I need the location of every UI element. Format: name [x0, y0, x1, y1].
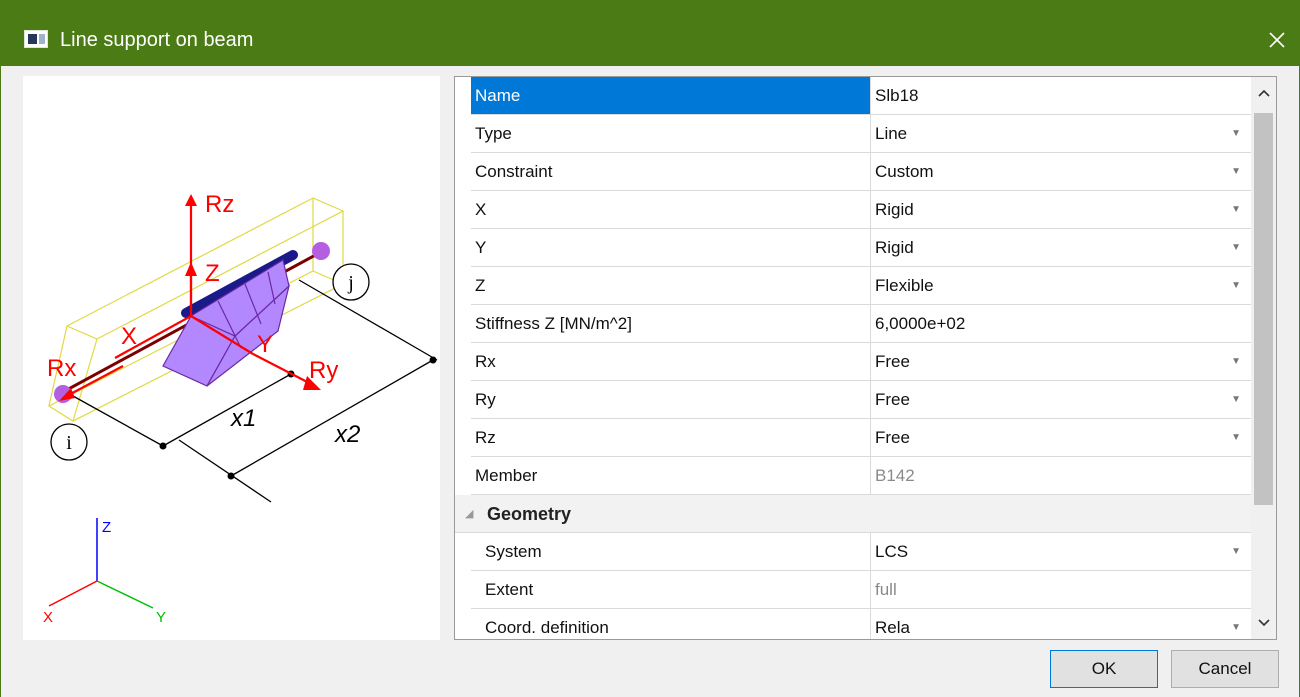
beam-support-diagram: Rz Z X Y Rx Ry x1 x2 i j Z X Y — [43, 191, 438, 626]
property-label: System — [471, 533, 871, 570]
chevron-down-icon[interactable]: ▼ — [1231, 191, 1241, 228]
property-row-name[interactable]: Name Slb18 — [471, 77, 1251, 115]
property-label: Ry — [471, 381, 871, 418]
chevron-down-icon[interactable]: ▼ — [1231, 153, 1241, 190]
property-value[interactable]: Rela — [871, 609, 1251, 639]
property-row-rx[interactable]: Rx Free ▼ — [471, 343, 1251, 381]
chevron-down-icon[interactable]: ▼ — [1231, 419, 1241, 456]
chevron-up-icon — [1257, 89, 1270, 97]
vertical-scrollbar[interactable] — [1251, 77, 1276, 639]
property-row-type[interactable]: Type Line ▼ — [471, 115, 1251, 153]
property-value[interactable]: Rigid — [871, 229, 1251, 266]
axis-z-label: Z — [102, 519, 111, 536]
chevron-down-icon[interactable]: ▼ — [1231, 609, 1241, 639]
support-prism — [162, 259, 291, 387]
property-label: Type — [471, 115, 871, 152]
category-geometry[interactable]: ◢ Geometry — [455, 495, 1251, 533]
node-j-marker — [312, 242, 330, 260]
label-x2: x2 — [334, 421, 360, 448]
property-grid: Name Slb18 Type Line ▼ Constraint Custom… — [454, 76, 1277, 640]
property-row-z[interactable]: Z Flexible ▼ — [471, 267, 1251, 305]
property-label: Stiffness Z [MN/m^2] — [471, 305, 871, 342]
label-rz: Rz — [205, 191, 234, 218]
property-row-rz[interactable]: Rz Free ▼ — [471, 419, 1251, 457]
label-x1: x1 — [230, 405, 256, 432]
property-value[interactable]: Free — [871, 381, 1251, 418]
property-label: X — [471, 191, 871, 228]
property-row-coord-definition[interactable]: Coord. definition Rela ▼ — [471, 609, 1251, 639]
chevron-down-icon — [1257, 619, 1270, 627]
property-row-extent[interactable]: Extent full — [471, 571, 1251, 609]
property-label: Rz — [471, 419, 871, 456]
axis-y-label: Y — [156, 609, 166, 626]
axis-x-label: X — [43, 609, 53, 626]
support-preview: Rz Z X Y Rx Ry x1 x2 i j Z X Y — [23, 76, 440, 640]
property-value[interactable]: Flexible — [871, 267, 1251, 304]
label-i: i — [66, 432, 72, 454]
scroll-down-button[interactable] — [1251, 607, 1276, 639]
app-window-icon — [24, 30, 48, 48]
chevron-down-icon[interactable]: ▼ — [1231, 115, 1241, 152]
coordinate-axes: Z X Y — [43, 518, 166, 626]
property-row-member[interactable]: Member B142 — [471, 457, 1251, 495]
property-row-constraint[interactable]: Constraint Custom ▼ — [471, 153, 1251, 191]
scroll-thumb[interactable] — [1254, 113, 1273, 505]
collapse-triangle-icon[interactable]: ◢ — [465, 495, 473, 533]
property-row-y[interactable]: Y Rigid ▼ — [471, 229, 1251, 267]
property-value[interactable]: LCS — [871, 533, 1251, 570]
close-button[interactable] — [1254, 18, 1300, 62]
property-row-system[interactable]: System LCS ▼ — [471, 533, 1251, 571]
label-j: j — [347, 272, 354, 294]
property-value: B142 — [875, 466, 915, 485]
property-value[interactable]: Free — [871, 419, 1251, 456]
chevron-down-icon[interactable]: ▼ — [1231, 343, 1241, 380]
chevron-down-icon[interactable]: ▼ — [1231, 267, 1241, 304]
ok-button[interactable]: OK — [1050, 650, 1158, 688]
scroll-up-button[interactable] — [1251, 77, 1276, 109]
label-y: Y — [257, 331, 273, 358]
property-label: Coord. definition — [471, 609, 871, 639]
label-ry: Ry — [309, 357, 338, 384]
label-z: Z — [205, 260, 220, 287]
chevron-down-icon[interactable]: ▼ — [1231, 381, 1241, 418]
title-bar: Line support on beam — [0, 0, 1300, 66]
property-label: Name — [471, 77, 871, 114]
property-value[interactable]: Slb18 — [871, 77, 1251, 114]
label-rx: Rx — [47, 355, 76, 382]
property-row-x[interactable]: X Rigid ▼ — [471, 191, 1251, 229]
chevron-down-icon[interactable]: ▼ — [1231, 229, 1241, 266]
property-label: Z — [471, 267, 871, 304]
property-label: Member — [471, 457, 871, 494]
chevron-down-icon[interactable]: ▼ — [1231, 533, 1241, 570]
property-value[interactable]: Custom — [871, 153, 1251, 190]
property-label: Extent — [471, 571, 871, 608]
close-icon — [1269, 32, 1285, 48]
property-label: Rx — [471, 343, 871, 380]
property-value[interactable]: Free — [871, 343, 1251, 380]
property-value[interactable]: Line — [871, 115, 1251, 152]
property-label: Y — [471, 229, 871, 266]
category-label: Geometry — [487, 504, 572, 524]
window-title: Line support on beam — [60, 29, 254, 51]
property-value[interactable]: Rigid — [871, 191, 1251, 228]
dialog-body: Rz Z X Y Rx Ry x1 x2 i j Z X Y Name Slb1… — [0, 66, 1300, 697]
property-value[interactable]: 6,0000e+02 — [871, 305, 1251, 342]
cancel-button[interactable]: Cancel — [1171, 650, 1279, 688]
label-x: X — [121, 323, 137, 350]
property-row-ry[interactable]: Ry Free ▼ — [471, 381, 1251, 419]
property-label: Constraint — [471, 153, 871, 190]
property-row-stiffness-z[interactable]: Stiffness Z [MN/m^2] 6,0000e+02 — [471, 305, 1251, 343]
property-value: full — [875, 580, 897, 599]
